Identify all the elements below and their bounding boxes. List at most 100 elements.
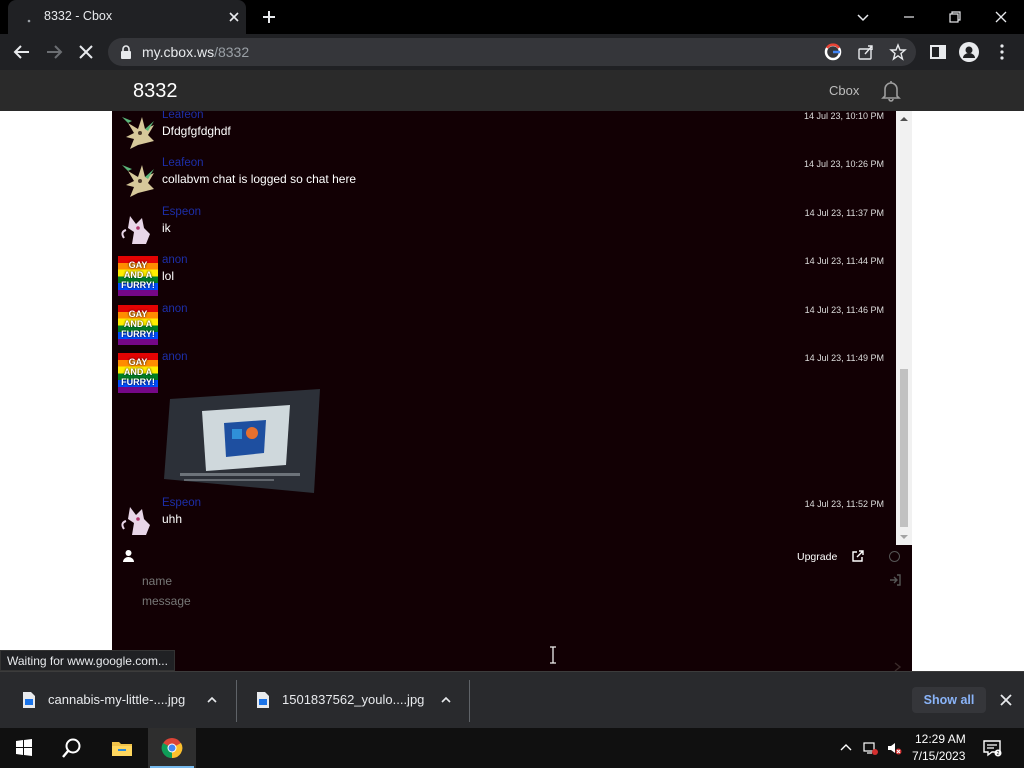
svg-text:2: 2 <box>997 751 1000 757</box>
login-icon[interactable] <box>889 574 901 586</box>
speaker-muted-icon[interactable] <box>886 740 902 756</box>
close-tab-icon[interactable] <box>226 9 242 25</box>
message-list[interactable]: Leafeon Dfdgfgfdghdf 14 Jul 23, 10:10 PM… <box>112 111 896 545</box>
message-username[interactable]: Espeon <box>162 497 201 509</box>
message-timestamp: 14 Jul 23, 11:49 PM <box>804 353 884 363</box>
message-text: uhh <box>162 512 183 526</box>
folder-icon <box>111 737 133 759</box>
start-button[interactable] <box>0 728 48 768</box>
leafeon-avatar-icon <box>118 159 158 199</box>
download-item[interactable]: 1501837562_youlo....jpg <box>256 672 466 729</box>
windows-taskbar: 12:29 AM 7/15/2023 2 <box>0 728 1024 768</box>
tab-search-chevron-icon[interactable] <box>852 6 874 28</box>
status-circle-icon[interactable] <box>889 551 900 562</box>
back-arrow-icon[interactable] <box>12 42 32 62</box>
gay-furry-avatar-icon: GAY AND A FURRY! <box>118 256 158 296</box>
network-icon[interactable] <box>862 740 878 756</box>
message-timestamp: 14 Jul 23, 11:37 PM <box>804 208 884 218</box>
scroll-down-arrow-icon[interactable] <box>900 533 908 541</box>
bell-icon[interactable] <box>878 78 904 104</box>
clock-time[interactable]: 12:29 AM <box>915 732 966 746</box>
url-host: my.cbox.ws <box>142 44 215 60</box>
message-field[interactable] <box>142 594 842 664</box>
text-cursor-icon <box>548 646 558 664</box>
stop-loading-icon[interactable] <box>76 42 96 62</box>
external-link-icon[interactable] <box>851 550 864 563</box>
close-window-icon[interactable] <box>990 6 1012 28</box>
chrome-icon <box>161 737 183 759</box>
profile-avatar-icon[interactable] <box>959 42 979 62</box>
tab-title: 8332 - Cbox <box>44 9 113 23</box>
espeon-avatar-icon <box>118 499 158 539</box>
chevron-up-icon[interactable] <box>206 694 218 706</box>
message-username[interactable]: anon <box>162 254 188 266</box>
shared-photo-image[interactable] <box>162 379 322 499</box>
page-title: 8332 <box>133 80 178 102</box>
gay-furry-avatar-icon: GAY AND A FURRY! <box>118 305 158 345</box>
message-username[interactable]: Leafeon <box>162 111 204 121</box>
show-all-downloads-button[interactable]: Show all <box>912 687 986 713</box>
image-file-icon <box>256 691 270 709</box>
windows-logo-icon <box>13 737 35 759</box>
cbox-header: 8332 Cbox <box>0 70 1024 111</box>
close-download-bar-icon[interactable] <box>999 693 1013 707</box>
chevron-up-icon[interactable] <box>440 694 452 706</box>
espeon-avatar-icon <box>118 208 158 248</box>
download-bar: cannabis-my-little-....jpg 1501837562_yo… <box>0 671 1024 728</box>
google-lens-icon[interactable] <box>824 43 842 61</box>
lock-icon[interactable] <box>120 45 132 59</box>
message-timestamp: 14 Jul 23, 10:10 PM <box>803 111 884 121</box>
download-item[interactable]: cannabis-my-little-....jpg <box>22 672 232 729</box>
search-icon <box>61 737 83 759</box>
message-timestamp: 14 Jul 23, 11:46 PM <box>804 305 884 315</box>
message-username[interactable]: anon <box>162 303 188 315</box>
message-text: Dfdgfgfdghdf <box>162 124 231 138</box>
post-form: Upgrade <box>112 545 912 672</box>
message-timestamp: 14 Jul 23, 10:26 PM <box>803 159 884 169</box>
message-text: lol <box>162 269 175 283</box>
image-file-icon <box>22 691 36 709</box>
chrome-taskbar-button[interactable] <box>148 728 196 768</box>
message-text: collabvm chat is logged so chat here <box>162 172 357 186</box>
share-icon[interactable] <box>857 43 875 61</box>
name-field[interactable] <box>142 572 842 590</box>
leafeon-avatar-icon <box>118 111 158 151</box>
chat-box: Leafeon Dfdgfgfdghdf 14 Jul 23, 10:10 PM… <box>112 111 912 672</box>
address-bar[interactable]: my.cbox.ws/8332 <box>108 38 916 66</box>
browser-toolbar: my.cbox.ws/8332 <box>0 34 1024 70</box>
download-separator <box>469 680 470 722</box>
status-bubble: Waiting for www.google.com... <box>0 650 175 671</box>
bookmark-star-icon[interactable] <box>889 43 907 61</box>
message-text: ik <box>162 221 171 235</box>
minimize-icon[interactable] <box>898 6 920 28</box>
url-path: /8332 <box>214 44 250 60</box>
message-username[interactable]: Leafeon <box>162 157 204 169</box>
clock-date[interactable]: 7/15/2023 <box>912 749 965 763</box>
menu-kebab-icon[interactable] <box>992 42 1012 62</box>
search-button[interactable] <box>48 728 96 768</box>
forward-arrow-icon[interactable] <box>44 42 64 62</box>
download-separator <box>236 680 237 722</box>
message-username[interactable]: anon <box>162 351 188 363</box>
show-hidden-icons-chevron-icon[interactable] <box>838 740 854 756</box>
browser-tab-strip: 8332 - Cbox <box>0 0 1024 34</box>
new-tab-icon[interactable] <box>260 8 278 26</box>
file-explorer-button[interactable] <box>98 728 146 768</box>
download-filename: 1501837562_youlo....jpg <box>282 692 425 707</box>
message-timestamp: 14 Jul 23, 11:44 PM <box>804 256 884 266</box>
scroll-up-arrow-icon[interactable] <box>900 115 908 123</box>
gay-furry-avatar-icon: GAY AND A FURRY! <box>118 353 158 393</box>
message-scrollbar[interactable] <box>896 111 912 545</box>
browser-tab-active[interactable]: 8332 - Cbox <box>8 0 246 34</box>
notification-center-icon[interactable]: 2 <box>982 738 1002 758</box>
side-panel-icon[interactable] <box>928 42 948 62</box>
user-icon[interactable] <box>123 550 134 562</box>
url-text: my.cbox.ws/8332 <box>142 44 249 60</box>
restore-icon[interactable] <box>944 6 966 28</box>
loading-spinner-icon <box>22 10 36 24</box>
cbox-brand-link[interactable]: Cbox <box>829 83 859 98</box>
message-username[interactable]: Espeon <box>162 206 201 218</box>
upgrade-link[interactable]: Upgrade <box>797 551 837 563</box>
download-filename: cannabis-my-little-....jpg <box>48 692 186 707</box>
scroll-thumb[interactable] <box>900 369 908 527</box>
